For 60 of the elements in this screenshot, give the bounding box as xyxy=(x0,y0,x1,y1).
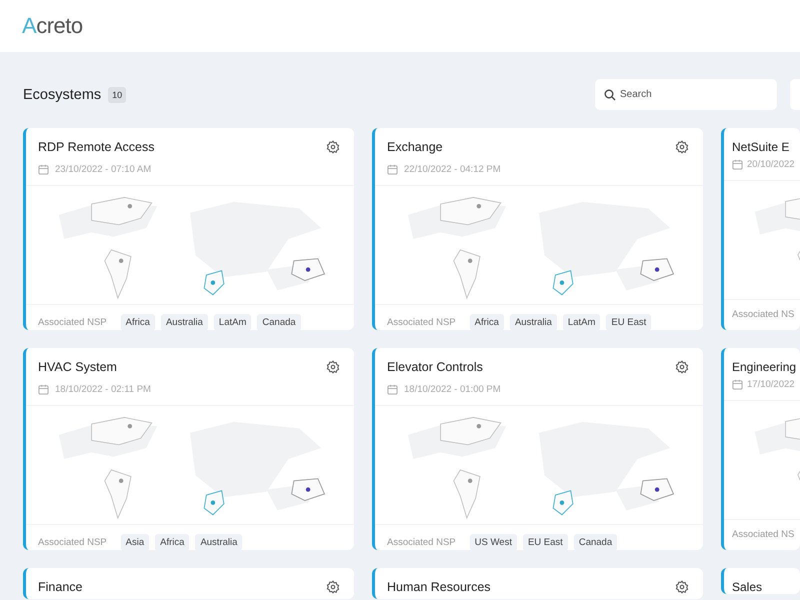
nsp-label: Associated NS xyxy=(732,529,794,540)
nsp-label: Associated NSP xyxy=(38,317,107,328)
card-title: Exchange xyxy=(387,140,443,154)
nsp-tag: EU East xyxy=(522,534,568,550)
card-title: NetSuite E xyxy=(732,140,790,154)
nsp-label: Associated NSP xyxy=(387,537,456,548)
nsp-tag: LatAm xyxy=(214,314,252,330)
nsp-tag: Australia xyxy=(510,314,557,330)
nsp-tag: LatAm xyxy=(562,314,600,330)
settings-icon[interactable] xyxy=(675,580,689,594)
ecosystem-card[interactable]: HVAC System 18/10/2022 - 02:11 PM Associated NSP Asia Africa Australia xyxy=(23,348,354,550)
nsp-label: Associated NSP xyxy=(387,317,456,328)
settings-icon[interactable] xyxy=(675,360,689,374)
card-title: Sales xyxy=(732,580,762,594)
nsp-label: Associated NS xyxy=(732,309,794,320)
settings-icon[interactable] xyxy=(326,580,340,594)
card-date: 18/10/2022 - 01:00 PM xyxy=(404,384,501,395)
card-title: RDP Remote Access xyxy=(38,140,154,154)
ecosystem-card[interactable]: Engineering 17/10/2022 Associated NS xyxy=(721,348,800,550)
nsp-tag: Canada xyxy=(574,534,618,550)
settings-icon[interactable] xyxy=(326,140,340,154)
calendar-icon xyxy=(387,384,398,395)
calendar-icon xyxy=(387,164,398,175)
page-title: Ecosystems xyxy=(23,86,102,102)
calendar-icon xyxy=(38,164,49,175)
card-date: 22/10/2022 - 04:12 PM xyxy=(404,164,501,175)
nsp-tag: Asia xyxy=(120,534,150,550)
ecosystem-card[interactable]: NetSuite E 20/10/2022 Associated NS xyxy=(721,128,800,330)
card-title: Engineering xyxy=(732,360,796,374)
calendar-icon xyxy=(732,379,743,390)
nsp-tag: Australia xyxy=(160,314,208,330)
nsp-tag: EU East xyxy=(606,314,652,330)
nsp-tag: Africa xyxy=(120,314,155,330)
nsp-tag: Australia xyxy=(195,534,242,550)
card-date: 17/10/2022 xyxy=(747,379,795,390)
nsp-tag: Africa xyxy=(155,534,190,550)
count-badge: 10 xyxy=(108,86,126,102)
ecosystem-card[interactable]: Human Resources xyxy=(372,568,703,599)
ecosystem-card[interactable]: Elevator Controls 18/10/2022 - 01:00 PM Associated NSP US West EU East Canada xyxy=(372,348,703,550)
card-title: HVAC System xyxy=(38,360,117,374)
nsp-label: Associated NSP xyxy=(38,537,107,548)
card-date: 23/10/2022 - 07:10 AM xyxy=(55,164,152,175)
card-title: Finance xyxy=(38,580,82,594)
ecosystem-card[interactable]: Exchange 22/10/2022 - 04:12 PM Associated NSP Africa Australia LatAm EU East xyxy=(372,128,703,330)
card-date: 18/10/2022 - 02:11 PM xyxy=(55,384,151,395)
nsp-tag: US West xyxy=(470,534,517,550)
settings-icon[interactable] xyxy=(326,360,340,374)
logo: Acreto xyxy=(22,13,83,39)
card-title: Human Resources xyxy=(387,580,491,594)
nsp-tag: Canada xyxy=(257,314,301,330)
settings-icon[interactable] xyxy=(675,140,689,154)
card-title: Elevator Controls xyxy=(387,360,483,374)
ecosystem-card[interactable]: Sales xyxy=(721,568,800,594)
nsp-tag: Africa xyxy=(470,314,504,330)
card-date: 20/10/2022 xyxy=(747,159,795,170)
calendar-icon xyxy=(732,159,743,170)
ecosystem-card[interactable]: RDP Remote Access 23/10/2022 - 07:10 AM Associated NSP Africa Australia LatAm Canada xyxy=(23,128,354,330)
ecosystem-card[interactable]: Finance xyxy=(23,568,354,599)
calendar-icon xyxy=(38,384,49,395)
search-field[interactable]: Search xyxy=(595,79,777,110)
